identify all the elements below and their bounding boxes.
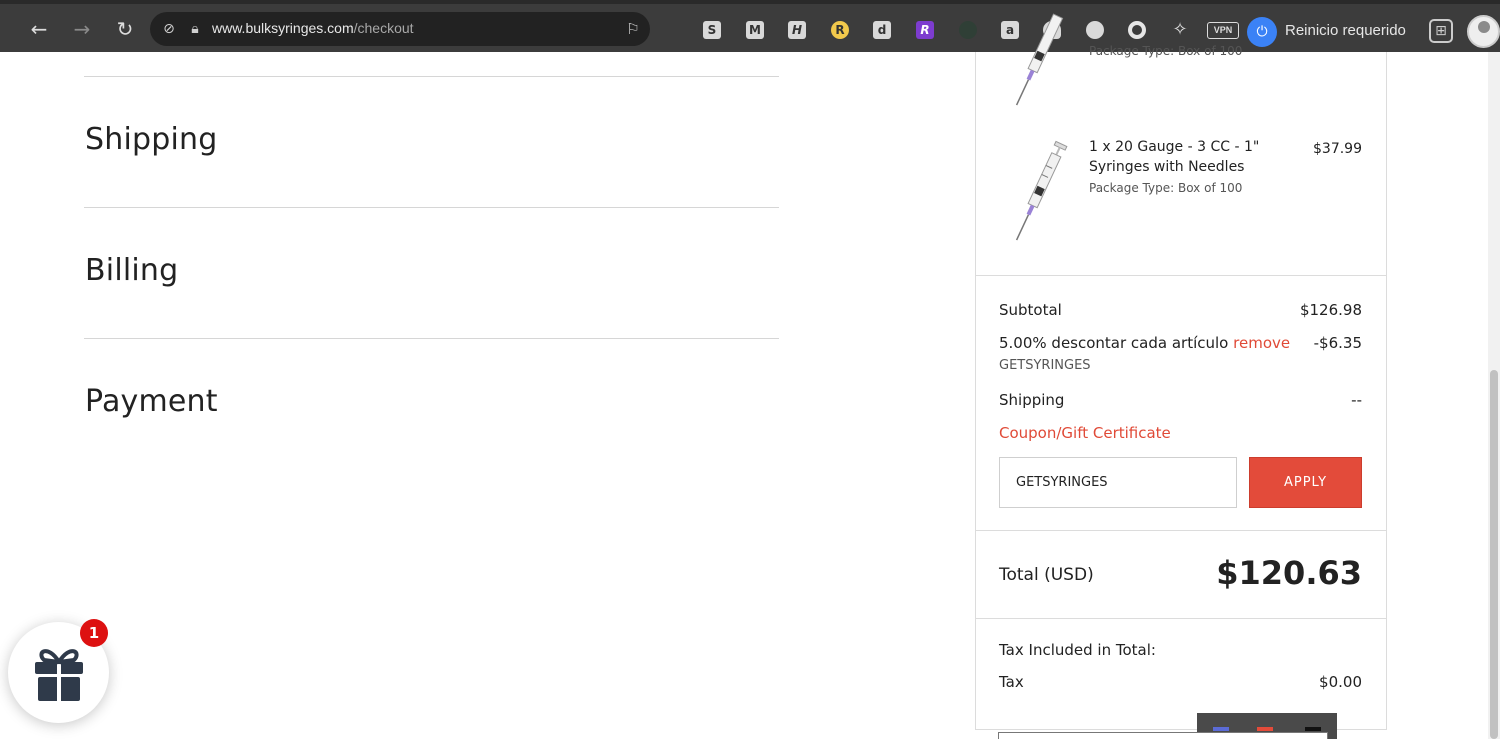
total-label: Total (USD)	[999, 565, 1094, 585]
order-summary: Package Type: Box of 100 1 x 20 Gauge - …	[975, 13, 1387, 730]
extension-ring-icon[interactable]	[1128, 21, 1146, 39]
product-package-type: Package Type: Box of 100	[1089, 44, 1243, 58]
product-name: 1 x 20 Gauge - 3 CC - 1" Syringes with N…	[1089, 139, 1260, 175]
tax-value: $0.00	[1319, 673, 1362, 691]
lock-icon[interactable]: 🔒︎	[186, 20, 204, 38]
coupon-toggle-link[interactable]: Coupon/Gift Certificate	[999, 424, 1171, 442]
shipping-label: Shipping	[999, 391, 1065, 409]
discount-label: 5.00% descontar cada artículo	[999, 334, 1229, 352]
step-billing-title: Billing	[85, 253, 179, 288]
step-payment-title: Payment	[85, 384, 218, 419]
step-divider	[84, 338, 779, 339]
profile-avatar[interactable]	[1467, 15, 1500, 48]
summary-divider	[976, 618, 1386, 619]
tax-included-label: Tax Included in Total:	[999, 641, 1156, 659]
reload-icon[interactable]: ↻	[111, 15, 139, 43]
back-arrow-icon[interactable]: ←	[25, 15, 53, 43]
power-icon[interactable]: ⏻	[1247, 17, 1277, 47]
gift-icon[interactable]: ⊞	[1429, 19, 1453, 43]
discount-row: 5.00% descontar cada artículo remove	[999, 334, 1290, 352]
toolbar-icon[interactable]	[1257, 727, 1273, 731]
scrollbar-thumb[interactable]	[1490, 370, 1498, 739]
bookmark-icon[interactable]: ⚐	[624, 20, 642, 38]
product-price: $37.99	[1313, 141, 1362, 157]
step-shipping-title: Shipping	[85, 122, 218, 157]
extension-s-icon[interactable]: S	[703, 21, 721, 39]
discount-value: -$6.35	[1313, 334, 1362, 352]
syringe-product-image	[1015, 140, 1068, 241]
restart-required-label[interactable]: Reinicio requerido	[1285, 22, 1406, 39]
tax-label: Tax	[999, 673, 1024, 691]
url-path: /checkout	[353, 20, 414, 36]
product-package-type: Package Type: Box of 100	[1089, 181, 1243, 195]
syringe-product-image	[1015, 13, 1064, 106]
notification-badge: 1	[80, 619, 108, 647]
summary-divider	[976, 275, 1386, 276]
extension-h-icon[interactable]: H	[788, 21, 806, 39]
extension-m-icon[interactable]: M	[746, 21, 764, 39]
partial-bottom-panel	[998, 732, 1328, 739]
shield-off-icon[interactable]: ⊘	[160, 20, 178, 38]
subtotal-value: $126.98	[1299, 301, 1362, 319]
extension-circle-icon[interactable]	[1086, 21, 1104, 39]
page-scrollbar[interactable]	[1488, 52, 1500, 739]
discount-code: GETSYRINGES	[999, 358, 1091, 373]
remove-discount-link[interactable]: remove	[1233, 334, 1290, 352]
step-divider	[84, 76, 779, 77]
address-bar[interactable]: ⊘ 🔒︎ www.bulksyringes.com/checkout ⚐	[150, 12, 650, 46]
toolbar-icon[interactable]	[1213, 727, 1229, 731]
extension-r-icon[interactable]: R	[831, 21, 849, 39]
extension-k-icon[interactable]: R	[916, 21, 934, 39]
summary-divider	[976, 530, 1386, 531]
total-value: $120.63	[1216, 554, 1362, 592]
vpn-button[interactable]: VPN	[1207, 22, 1239, 39]
browser-toolbar: ← → ↻ ⊘ 🔒︎ www.bulksyringes.com/checkout…	[0, 0, 1500, 52]
extension-dots-icon[interactable]	[959, 21, 977, 39]
checkout-page: Shipping Billing Payment Package Type: B…	[0, 13, 1500, 739]
toolbar-icon[interactable]	[1305, 727, 1321, 731]
coupon-input[interactable]	[999, 457, 1237, 508]
extension-d-icon[interactable]: d	[873, 21, 891, 39]
url-text[interactable]: www.bulksyringes.com/checkout	[212, 20, 414, 36]
apply-coupon-button[interactable]: APPLY	[1249, 457, 1362, 508]
shipping-value: --	[1351, 391, 1362, 409]
step-divider	[84, 207, 779, 208]
forward-arrow-icon[interactable]: →	[68, 15, 96, 43]
puzzle-extensions-icon[interactable]: ✧	[1166, 16, 1194, 44]
subtotal-label: Subtotal	[999, 301, 1062, 319]
url-domain: www.bulksyringes.com	[212, 20, 354, 36]
